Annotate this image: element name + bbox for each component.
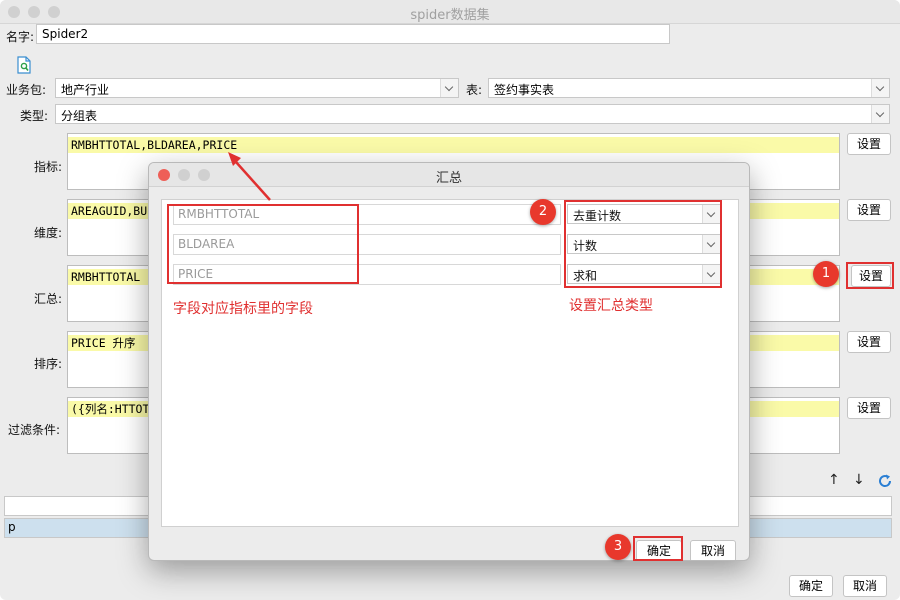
step-badge-2: 2	[530, 199, 556, 225]
metric-settings-button[interactable]: 设置	[847, 133, 891, 155]
table-select[interactable]: 签约事实表	[488, 78, 890, 98]
dimension-settings-button[interactable]: 设置	[847, 199, 891, 221]
type-select[interactable]: 分组表	[55, 104, 890, 124]
window-title: spider数据集	[410, 8, 490, 23]
dimension-label: 维度:	[34, 226, 63, 240]
field-highlight-box	[167, 204, 359, 284]
package-select[interactable]: 地产行业	[55, 78, 459, 98]
chevron-down-icon	[440, 79, 458, 97]
settings-highlight-box	[846, 262, 894, 289]
filter-settings-button[interactable]: 设置	[847, 397, 891, 419]
refresh-icon[interactable]	[877, 473, 893, 489]
filter-label: 过滤条件:	[8, 423, 61, 437]
chevron-down-icon	[871, 105, 889, 123]
dialog-title-bar: 汇总	[149, 163, 749, 187]
summary-label: 汇总:	[34, 292, 63, 306]
preview-row-text: p	[8, 520, 16, 534]
table-label: 表:	[466, 83, 483, 97]
metric-label: 指标:	[34, 160, 63, 174]
agg-highlight-box	[564, 200, 722, 288]
name-label: 名字:	[6, 30, 35, 44]
field-note: 字段对应指标里的字段	[173, 301, 313, 317]
package-value: 地产行业	[61, 83, 110, 97]
dialog-cancel-button[interactable]: 取消	[690, 540, 736, 560]
step-badge-1: 1	[813, 261, 839, 287]
sort-settings-button[interactable]: 设置	[847, 331, 891, 353]
cancel-button[interactable]: 取消	[843, 575, 887, 597]
dialog-title: 汇总	[435, 171, 462, 186]
step-badge-3: 3	[605, 534, 631, 560]
ok-button[interactable]: 确定	[789, 575, 833, 597]
arrow-down-icon[interactable]: ↓	[853, 472, 865, 488]
type-value: 分组表	[61, 109, 98, 123]
document-search-icon[interactable]	[16, 56, 32, 74]
type-label: 类型:	[20, 109, 49, 123]
name-input[interactable]: Spider2	[36, 24, 670, 44]
chevron-down-icon	[871, 79, 889, 97]
sort-label: 排序:	[34, 357, 63, 371]
ok-highlight-box	[633, 536, 683, 561]
metric-content: RMBHTTOTAL,BLDAREA,PRICE	[68, 137, 839, 153]
package-label: 业务包:	[6, 83, 47, 97]
title-bar: spider数据集	[0, 0, 900, 24]
agg-note: 设置汇总类型	[569, 298, 653, 314]
table-value: 签约事实表	[494, 83, 555, 97]
arrow-up-icon[interactable]: ↑	[828, 472, 840, 488]
